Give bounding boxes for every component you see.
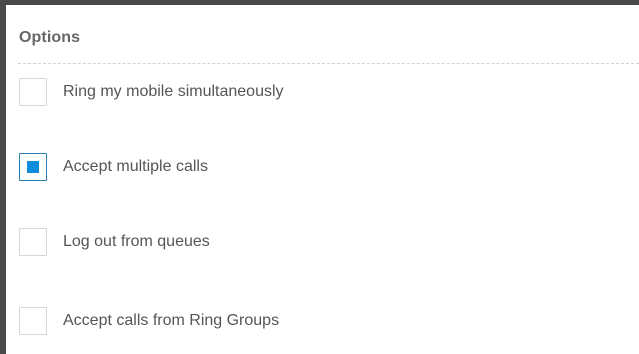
accept-multiple-calls-label: Accept multiple calls (63, 158, 208, 175)
ring-mobile-label: Ring my mobile simultaneously (63, 83, 284, 100)
accept-multiple-calls-checkbox[interactable] (19, 153, 47, 181)
log-out-queues-label: Log out from queues (63, 233, 210, 250)
option-accept-multiple-calls[interactable]: Accept multiple calls (19, 153, 208, 181)
checkbox-fill-mark (27, 161, 39, 173)
option-log-out-queues[interactable]: Log out from queues (19, 228, 210, 256)
options-panel: Options Ring my mobile simultaneously Ac… (6, 5, 639, 354)
accept-ring-groups-label: Accept calls from Ring Groups (63, 312, 280, 329)
section-divider (18, 63, 639, 64)
section-title: Options (19, 29, 81, 46)
option-accept-ring-groups[interactable]: Accept calls from Ring Groups (19, 307, 279, 335)
log-out-queues-checkbox[interactable] (19, 228, 47, 256)
ring-mobile-checkbox[interactable] (19, 78, 47, 106)
option-ring-mobile[interactable]: Ring my mobile simultaneously (19, 78, 284, 106)
accept-ring-groups-checkbox[interactable] (19, 307, 47, 335)
